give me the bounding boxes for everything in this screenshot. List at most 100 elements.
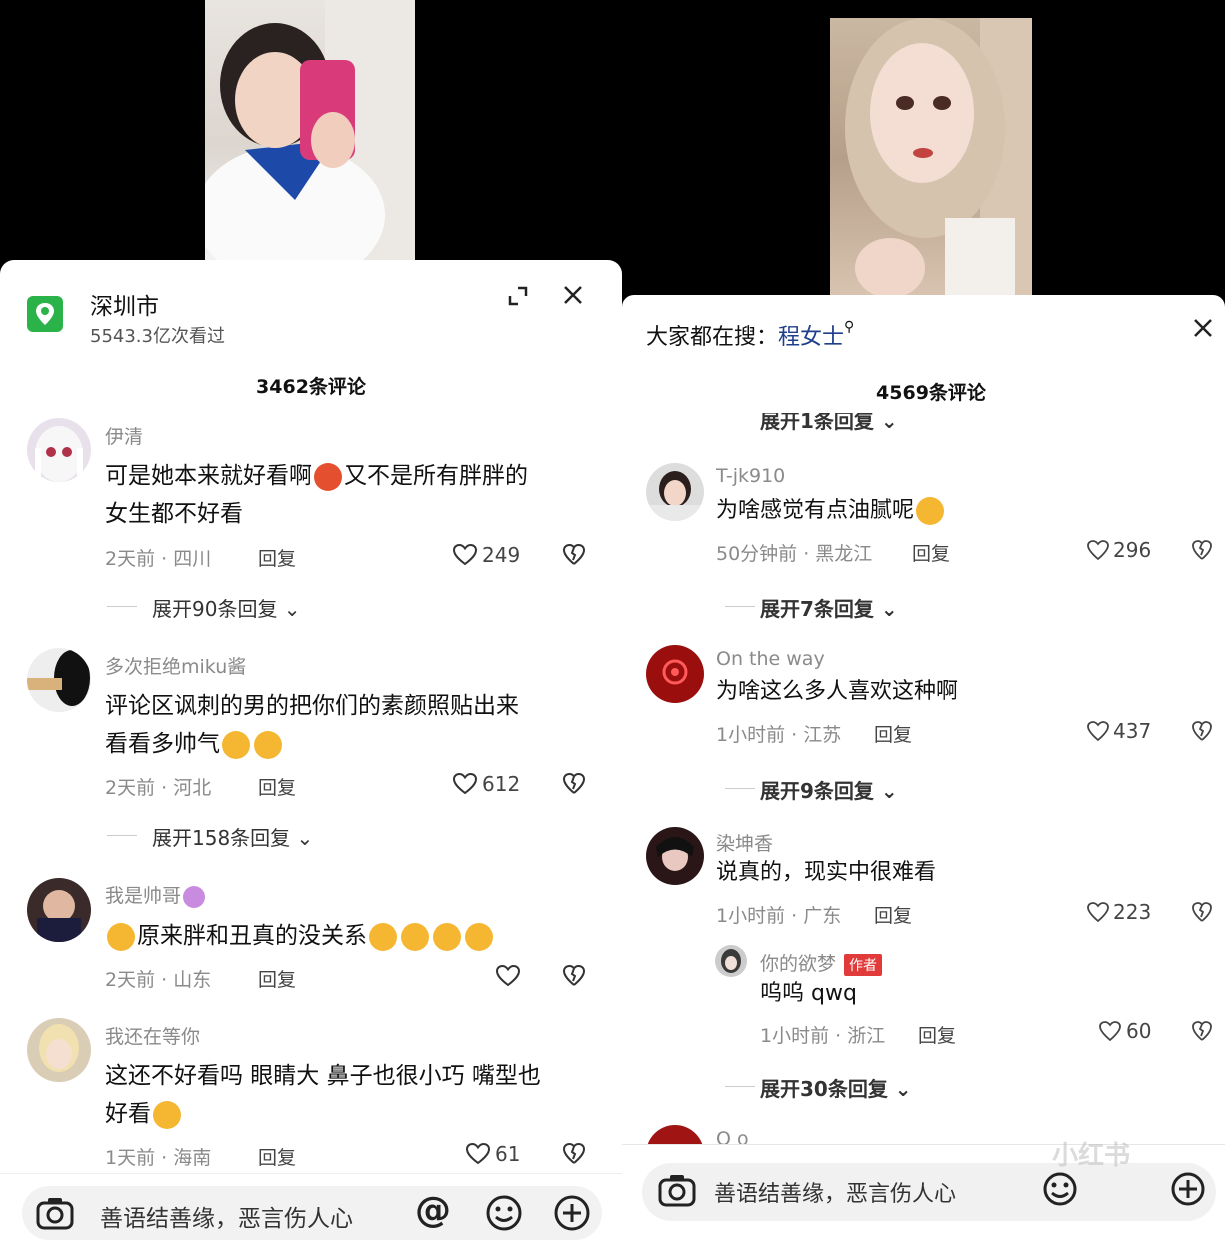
- sub-reply-text: 呜呜 qwq: [760, 981, 857, 1006]
- camera-icon[interactable]: [658, 1173, 696, 1207]
- avatar[interactable]: [646, 463, 704, 521]
- chevron-down-icon: ⌄: [887, 1077, 912, 1101]
- avatar[interactable]: [27, 1018, 91, 1082]
- avatar[interactable]: [646, 645, 704, 703]
- dislike-icon[interactable]: [562, 964, 586, 988]
- comment-username[interactable]: 伊清: [105, 422, 143, 449]
- video-frame-right[interactable]: [830, 18, 1032, 298]
- like-button[interactable]: 223: [1086, 900, 1151, 924]
- at-icon[interactable]: @: [415, 1190, 451, 1231]
- laughing-crying-emoji-icon: [254, 730, 282, 759]
- search-term[interactable]: 程女士: [778, 325, 844, 350]
- heart-icon: [452, 772, 478, 795]
- close-icon[interactable]: [1192, 317, 1214, 339]
- expand-icon[interactable]: [506, 284, 530, 308]
- search-suggestion[interactable]: 大家都在搜：程女士⚲: [646, 319, 854, 351]
- reply-button[interactable]: 回复: [258, 544, 296, 571]
- expand-replies-label: 展开158条回复: [152, 826, 291, 850]
- comment-text: 可是她本来就好看啊 又不是所有胖胖的 女生都不好看: [105, 457, 595, 533]
- expand-replies-label: 展开90条回复: [152, 597, 278, 621]
- dislike-icon[interactable]: [562, 772, 586, 796]
- reply-button[interactable]: 回复: [874, 901, 912, 928]
- camera-icon[interactable]: [36, 1196, 74, 1230]
- expand-replies-button[interactable]: 展开30条回复 ⌄: [760, 1073, 912, 1102]
- comment-text-part: 评论区讽刺的男的把你们的素颜照贴出来: [105, 693, 519, 719]
- like-button[interactable]: 61: [465, 1142, 520, 1166]
- close-icon[interactable]: [562, 284, 584, 306]
- reply-button[interactable]: 回复: [258, 965, 296, 992]
- dislike-icon[interactable]: [1191, 901, 1213, 923]
- comment-text-part: 可是她本来就好看啊: [105, 463, 312, 489]
- like-button[interactable]: 437: [1086, 719, 1151, 743]
- comment-username[interactable]: 多次拒绝miku酱: [105, 652, 246, 679]
- avatar[interactable]: [27, 878, 91, 942]
- comment-username[interactable]: 我还在等你: [105, 1022, 200, 1049]
- crying-emoji-icon: [401, 922, 429, 951]
- location-title[interactable]: 深圳市: [90, 287, 159, 321]
- dislike-icon[interactable]: [562, 1142, 586, 1166]
- shocked-emoji-icon: [153, 1100, 181, 1129]
- heart-icon: [1087, 902, 1109, 923]
- like-button[interactable]: 60: [1098, 1019, 1151, 1043]
- plus-icon[interactable]: [553, 1194, 591, 1232]
- comment-input-placeholder[interactable]: 善语结善缘，恶言伤人心: [714, 1176, 956, 1208]
- expand-replies-text: 展开1条回复: [760, 413, 874, 433]
- heart-icon: [495, 964, 521, 987]
- view-count: 5543.3亿次看过: [90, 326, 225, 347]
- crying-emoji-icon: [369, 922, 397, 951]
- reply-button[interactable]: 回复: [258, 1143, 296, 1170]
- emoji-icon[interactable]: [1042, 1171, 1078, 1207]
- comment-username[interactable]: On the way: [716, 648, 825, 670]
- comment-count: 3462条评论: [0, 372, 622, 399]
- comment-input-bar: 善语结善缘，恶言伤人心 @: [0, 1173, 622, 1249]
- avatar[interactable]: [646, 827, 704, 885]
- dislike-icon[interactable]: [1191, 539, 1213, 561]
- dislike-icon[interactable]: [1191, 720, 1213, 742]
- plus-icon[interactable]: [1170, 1171, 1206, 1207]
- avatar[interactable]: [27, 648, 91, 712]
- expand-replies-button[interactable]: 展开7条回复 ⌄: [760, 593, 898, 622]
- dislike-icon[interactable]: [1191, 1020, 1213, 1042]
- partial-expand-row[interactable]: 展开1条回复 ⌄: [622, 413, 1225, 433]
- avatar[interactable]: [27, 418, 91, 482]
- search-prefix: 大家都在搜：: [646, 325, 779, 350]
- grimace-emoji-icon: [916, 497, 945, 525]
- heart-icon: [465, 1142, 491, 1165]
- comment-text: 原来胖和丑真的没关系: [105, 917, 605, 955]
- comment-input-placeholder[interactable]: 善语结善缘，恶言伤人心: [100, 1199, 353, 1233]
- comment-username[interactable]: 我是帅哥: [105, 881, 207, 908]
- comment-username[interactable]: 染坤香: [716, 829, 773, 856]
- emoji-icon[interactable]: [485, 1194, 523, 1232]
- crying-emoji-icon: [433, 922, 461, 951]
- comment-count: 4569条评论: [622, 378, 1225, 405]
- comment-text: 为啥感觉有点油腻呢: [716, 492, 946, 530]
- comment-meta: 1天前 · 海南: [105, 1147, 212, 1169]
- reply-button[interactable]: 回复: [874, 720, 912, 747]
- reply-button[interactable]: 回复: [258, 773, 296, 800]
- like-button[interactable]: 249: [452, 543, 520, 567]
- expand-replies-button[interactable]: 展开9条回复 ⌄: [760, 775, 898, 804]
- location-pin-icon[interactable]: [27, 296, 63, 332]
- expand-replies-button[interactable]: 展开90条回复 ⌄: [152, 593, 301, 622]
- heart-icon: [1099, 1021, 1121, 1042]
- comment-username[interactable]: T-jk910: [716, 465, 785, 487]
- search-icon[interactable]: ⚲: [844, 319, 854, 335]
- expand-replies-button[interactable]: 展开158条回复 ⌄: [152, 822, 313, 851]
- reply-button[interactable]: 回复: [912, 539, 950, 566]
- avatar[interactable]: [715, 945, 747, 977]
- like-count: 437: [1113, 719, 1152, 743]
- laughing-crying-emoji-icon: [222, 730, 250, 759]
- reply-button[interactable]: 回复: [918, 1021, 956, 1048]
- comment-meta: 2天前 · 四川: [105, 548, 212, 570]
- video-frame-left[interactable]: [205, 0, 415, 262]
- divider: [725, 1086, 755, 1087]
- like-button[interactable]: 612: [452, 772, 520, 796]
- like-button[interactable]: [495, 964, 521, 988]
- like-button[interactable]: 296: [1086, 538, 1151, 562]
- dislike-icon[interactable]: [562, 543, 586, 567]
- comment-meta: 2天前 · 河北: [105, 777, 212, 799]
- chevron-down-icon: ⌄: [873, 597, 898, 621]
- sub-reply-username[interactable]: 你的欲梦 作者: [760, 949, 883, 976]
- divider: [107, 835, 137, 836]
- video-frame-left-image: [205, 0, 415, 262]
